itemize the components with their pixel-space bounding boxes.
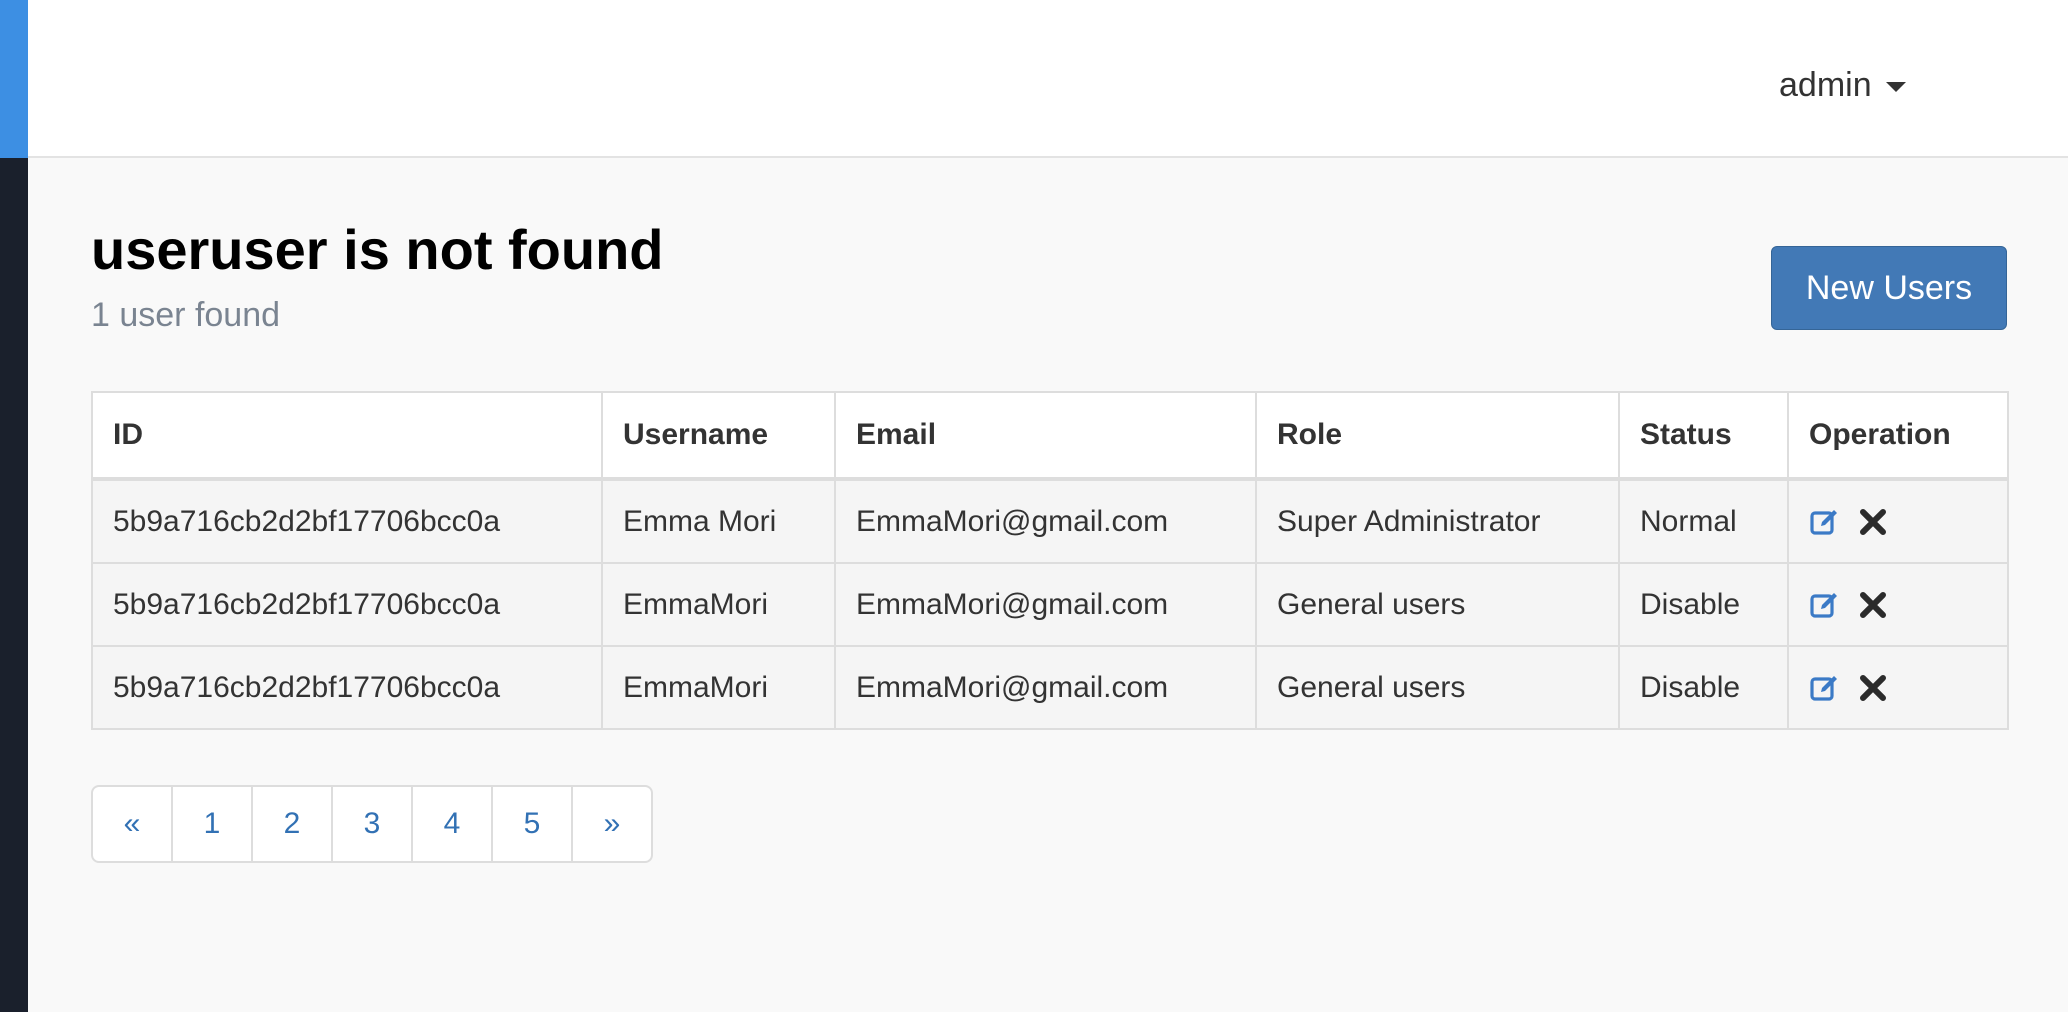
table-header-row: ID Username Email Role Status Operation [91,391,2009,481]
delete-icon[interactable] [1857,506,1889,538]
cell-id: 5b9a716cb2d2bf17706bcc0a [91,478,603,564]
users-table-body: 5b9a716cb2d2bf17706bcc0a Emma Mori EmmaMor… [91,478,2009,730]
cell-email: EmmaMori@gmail.com [834,645,1257,730]
column-header-username: Username [601,391,836,481]
pagination-page-2[interactable]: 2 [253,787,333,861]
cell-email: EmmaMori@gmail.com [834,478,1257,564]
new-users-button[interactable]: New Users [1771,246,2007,330]
delete-icon[interactable] [1857,672,1889,704]
table-row: 5b9a716cb2d2bf17706bcc0a Emma Mori EmmaMor… [91,478,2009,564]
cell-email: EmmaMori@gmail.com [834,562,1257,647]
pagination: « 1 2 3 4 5 » [91,785,653,863]
sidebar-accent-bar [0,0,28,158]
operation-buttons [1809,506,1987,538]
cell-username: EmmaMori [601,562,836,647]
table-row: 5b9a716cb2d2bf17706bcc0a EmmaMori EmmaMori… [91,562,2009,647]
user-name: admin [1779,65,1872,104]
top-navbar: admin [28,0,2068,158]
operation-buttons [1809,672,1987,704]
edit-icon[interactable] [1809,589,1841,621]
column-header-status: Status [1618,391,1789,481]
cell-id: 5b9a716cb2d2bf17706bcc0a [91,645,603,730]
cell-username: Emma Mori [601,478,836,564]
cell-username: EmmaMori [601,645,836,730]
pagination-next[interactable]: » [573,787,651,861]
column-header-operation: Operation [1787,391,2009,481]
caret-down-icon [1885,82,1906,92]
table-row: 5b9a716cb2d2bf17706bcc0a EmmaMori EmmaMori… [91,645,2009,730]
cell-role: General users [1255,562,1620,647]
delete-icon[interactable] [1857,589,1889,621]
result-count: 1 user found [91,296,281,334]
operation-buttons [1809,589,1987,621]
pagination-page-4[interactable]: 4 [413,787,493,861]
cell-operation [1787,562,2009,647]
edit-icon[interactable] [1809,672,1841,704]
cell-role: Super Administrator [1255,478,1620,564]
column-header-role: Role [1255,391,1620,481]
cell-id: 5b9a716cb2d2bf17706bcc0a [91,562,603,647]
cell-operation [1787,645,2009,730]
cell-status: Disable [1618,645,1789,730]
pagination-page-5[interactable]: 5 [493,787,573,861]
cell-operation [1787,478,2009,564]
user-menu-dropdown[interactable]: admin [1779,62,1906,108]
cell-status: Normal [1618,478,1789,564]
column-header-id: ID [91,391,603,481]
users-table: ID Username Email Role Status Operation … [91,391,2009,730]
pagination-page-3[interactable]: 3 [333,787,413,861]
cell-status: Disable [1618,562,1789,647]
column-header-email: Email [834,391,1257,481]
edit-icon[interactable] [1809,506,1841,538]
pagination-prev[interactable]: « [93,787,173,861]
cell-role: General users [1255,645,1620,730]
pagination-page-1[interactable]: 1 [173,787,253,861]
page-title: useruser is not found [91,218,664,281]
